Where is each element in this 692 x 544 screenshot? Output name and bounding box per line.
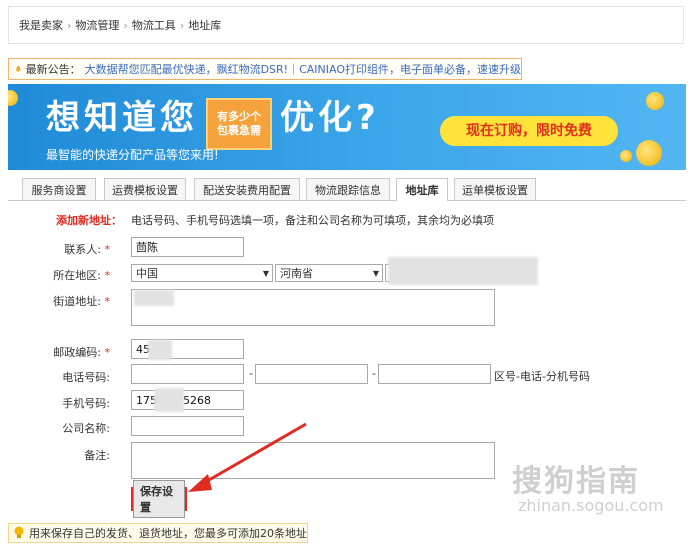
phone-dash: - (372, 367, 376, 380)
tip-bar: 用来保存自己的发货、退货地址，您最多可添加20条地址 (8, 523, 308, 543)
breadcrumb-separator: › (67, 18, 72, 32)
coin-decoration (636, 140, 662, 166)
blurred-zip (148, 340, 172, 360)
package-box-graphic: 有多少个 包裹急需 (206, 98, 272, 150)
chevron-down-icon: ▼ (262, 268, 269, 278)
phone-label: 电话号码: (62, 371, 110, 384)
phone-dash: - (249, 367, 253, 380)
tab-bar: 服务商设置 运费模板设置 配送安装费用配置 物流跟踪信息 地址库 运单模板设置 (8, 176, 686, 201)
phone-number-input[interactable] (255, 364, 368, 384)
tab-waybill-template[interactable]: 运单模板设置 (454, 178, 536, 200)
breadcrumb-item-address-book: 地址库 (188, 19, 222, 32)
announcement-link[interactable]: 大数据帮您匹配最优快递，飘红物流DSR!｜CAINIAO打印组件，电子面单必备，… (85, 61, 521, 77)
promo-banner[interactable]: 想知道您 有多少个 包裹急需 优化? 最智能的快递分配产品等您来用! 现在订购，… (8, 84, 686, 170)
breadcrumb-separator: › (123, 18, 128, 32)
street-textarea[interactable] (131, 289, 495, 326)
mobile-label: 手机号码: (62, 397, 110, 410)
street-label: 街道地址: * (53, 295, 110, 308)
red-arrow-annotation (188, 422, 307, 492)
phone-format-hint: 区号-电话-分机号码 (494, 370, 590, 383)
tab-address-book[interactable]: 地址库 (396, 178, 448, 201)
country-value: 中国 (136, 267, 158, 280)
tab-service-provider[interactable]: 服务商设置 (22, 178, 96, 200)
bell-icon (15, 66, 21, 73)
phone-area-input[interactable] (131, 364, 244, 384)
chevron-down-icon: ▼ (372, 268, 379, 278)
announcement-label: 最新公告： (25, 63, 81, 76)
box-text-line1: 有多少个 (217, 110, 261, 123)
tip-text: 用来保存自己的发货、退货地址，您最多可添加20条地址 (29, 527, 307, 540)
breadcrumb-item-seller[interactable]: 我是卖家 (19, 17, 63, 33)
mobile-value-suffix: 5268 (183, 393, 211, 407)
contact-label: 联系人: * (64, 243, 110, 256)
breadcrumb: 我是卖家 › 物流管理 › 物流工具 › 地址库 (8, 6, 684, 44)
remark-label: 备注: (84, 449, 110, 462)
lightbulb-icon (14, 526, 24, 538)
banner-headline-right: 优化? (280, 98, 380, 138)
banner-subtitle: 最智能的快递分配产品等您来用! (46, 148, 219, 162)
box-text-line2: 包裹急需 (217, 124, 261, 137)
province-select[interactable]: 河南省 ▼ (275, 264, 383, 282)
breadcrumb-item-logistics[interactable]: 物流管理 (75, 17, 119, 33)
mobile-input[interactable]: 175 5268 (131, 390, 244, 410)
watermark-logo: 搜狗指南 (512, 464, 640, 499)
announcement-bar: 最新公告： 大数据帮您匹配最优快递，飘红物流DSR!｜CAINIAO打印组件，电… (8, 58, 522, 80)
form-hint: 电话号码、手机号码选填一项，备注和公司名称为可填项，其余均为必填项 (131, 214, 494, 227)
contact-input[interactable]: 茴陈 (131, 237, 244, 257)
save-button-highlight[interactable]: 保存设置 (131, 480, 187, 518)
tab-freight-template[interactable]: 运费模板设置 (104, 178, 186, 200)
coin-decoration (646, 92, 664, 110)
coin-decoration (8, 90, 18, 106)
province-value: 河南省 (280, 267, 313, 280)
order-now-button[interactable]: 现在订购，限时免费 (440, 116, 618, 146)
phone-ext-input[interactable] (378, 364, 491, 384)
save-button[interactable]: 保存设置 (133, 480, 185, 518)
company-label: 公司名称: (62, 422, 110, 435)
watermark-url: zhinan.sogou.com (518, 496, 664, 515)
blurred-street (134, 290, 174, 306)
region-label: 所在地区: * (53, 269, 110, 282)
zip-label: 邮政编码: * (53, 346, 110, 359)
banner-headline-left: 想知道您 (46, 98, 198, 138)
blurred-region (388, 257, 538, 285)
country-select[interactable]: 中国 ▼ (131, 264, 273, 282)
coin-decoration (620, 150, 632, 162)
add-address-title: 添加新地址： (56, 214, 122, 227)
tab-logistics-tracking[interactable]: 物流跟踪信息 (306, 178, 390, 200)
breadcrumb-separator: › (179, 18, 185, 32)
blurred-mobile (154, 388, 184, 412)
breadcrumb-item-tools[interactable]: 物流工具 (132, 17, 176, 33)
tab-installation-fee[interactable]: 配送安装费用配置 (194, 178, 300, 200)
